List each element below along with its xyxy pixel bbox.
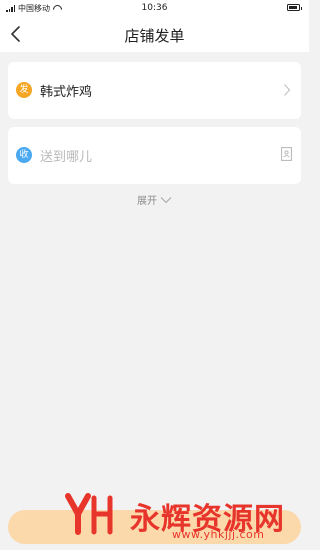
chevron-right-icon <box>284 84 291 96</box>
status-time: 10:36 <box>141 3 168 13</box>
contacts-book-icon[interactable] <box>281 147 292 161</box>
watermark: 永辉资源网 www.yhkjjj.com <box>64 490 284 542</box>
status-bar: 中国移动 10:36 <box>0 0 309 16</box>
watermark-logo-icon <box>65 493 113 535</box>
page-title: 店铺发单 <box>124 27 185 45</box>
shop-name: 韩式炸鸡 <box>40 85 93 100</box>
send-badge: 发 <box>16 82 32 98</box>
destination-input[interactable]: 送到哪儿 <box>40 146 92 165</box>
expand-toggle[interactable]: 展开 <box>0 192 309 207</box>
watermark-url: www.yhkjjj.com <box>172 528 265 541</box>
shop-card[interactable]: 发 韩式炸鸡 <box>8 62 301 119</box>
destination-card[interactable]: 收 送到哪儿 <box>8 127 301 184</box>
expand-label: 展开 <box>137 196 157 207</box>
chevron-down-icon <box>160 196 172 203</box>
battery-icon <box>287 4 302 11</box>
nav-bar: 店铺发单 <box>0 16 309 52</box>
receive-badge: 收 <box>16 147 32 163</box>
